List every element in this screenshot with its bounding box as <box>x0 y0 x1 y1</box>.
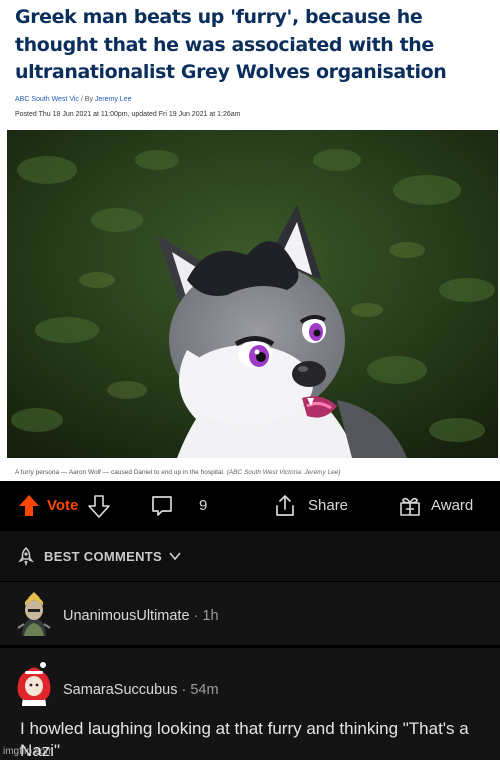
comment-age: · 54m <box>177 682 219 698</box>
article-source-link[interactable]: ABC South West Vic <box>15 96 79 103</box>
article-headline: Greek man beats up 'furry', because he t… <box>15 6 447 83</box>
imgflip-watermark: imgflip.com <box>3 746 54 757</box>
rocket-icon <box>18 546 34 566</box>
comment-item[interactable]: SamaraSuccubus · 54m I howled laughing l… <box>0 648 500 760</box>
upvote-button[interactable] <box>18 481 40 530</box>
article-byline: ABC South West Vic / By Jeremy Lee <box>15 96 131 103</box>
comment-author[interactable]: UnanimousUltimate · 1h <box>63 608 219 624</box>
username[interactable]: SamaraSuccubus <box>63 682 177 698</box>
article-screenshot: Greek man beats up 'furry', because he t… <box>0 0 500 481</box>
comment-bubble-icon <box>152 495 172 516</box>
downvote-arrow-icon[interactable] <box>88 494 110 518</box>
vote-label: Vote <box>47 497 79 514</box>
post-action-bar: Vote 9 Share Award <box>0 481 500 530</box>
share-button[interactable]: Share <box>273 481 348 530</box>
upvote-arrow-icon[interactable] <box>18 494 40 518</box>
comment-sort-selector[interactable]: BEST COMMENTS <box>0 531 500 581</box>
sort-label: BEST COMMENTS <box>44 548 163 564</box>
comment-author[interactable]: SamaraSuccubus · 54m <box>63 682 219 698</box>
chevron-down-icon <box>169 552 181 561</box>
avatar[interactable] <box>14 662 54 706</box>
comment-age: · 1h <box>189 608 219 624</box>
gift-icon <box>400 497 420 516</box>
award-label: Award <box>431 497 474 514</box>
comments-button[interactable] <box>150 481 174 530</box>
byline-separator: / By <box>78 96 95 103</box>
avatar[interactable] <box>14 592 54 636</box>
comment-count: 9 <box>199 497 208 514</box>
comment-body: I howled laughing looking at that furry … <box>20 719 469 760</box>
caption-credit: (ABC South West Victoria: Jeremy Lee) <box>226 469 341 476</box>
article-author-link[interactable]: Jeremy Lee <box>95 96 132 103</box>
photo-caption: A furry persona — Aaron Wolf — caused Da… <box>15 469 341 476</box>
share-label: Share <box>308 497 349 514</box>
award-button[interactable]: Award <box>398 481 473 530</box>
article-posted-date: Posted Thu 18 Jun 2021 at 11:00pm, updat… <box>15 111 241 118</box>
share-icon <box>276 494 294 516</box>
username[interactable]: UnanimousUltimate <box>63 608 190 624</box>
comment-item[interactable]: UnanimousUltimate · 1h <box>0 582 500 645</box>
downvote-button[interactable] <box>88 481 110 530</box>
caption-text: A furry persona — Aaron Wolf — caused Da… <box>15 469 225 476</box>
furry-photo <box>7 130 498 458</box>
